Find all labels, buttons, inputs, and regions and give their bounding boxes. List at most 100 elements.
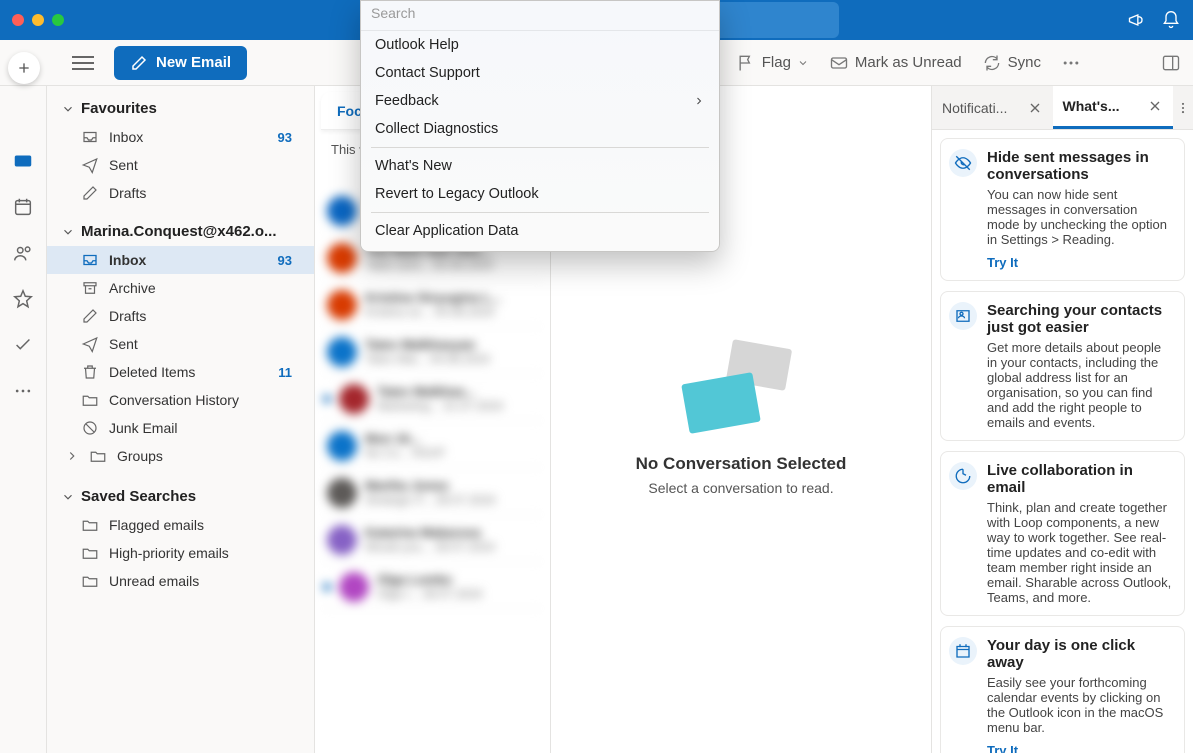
account-header[interactable]: Marina.Conquest@x462.o... — [47, 217, 314, 246]
message-row[interactable]: Katarina MakarovaWould you... 28.07.2024 — [323, 519, 542, 562]
eye-off-icon — [949, 149, 977, 177]
draft-icon — [81, 184, 99, 202]
help-outlook-help[interactable]: Outlook Help — [361, 31, 719, 59]
right-pane-more[interactable] — [1173, 86, 1193, 129]
avatar — [339, 572, 369, 602]
message-row[interactable]: Tatev MalkhasyanTatev Mal... 04.08.2024 — [323, 331, 542, 374]
help-revert-legacy[interactable]: Revert to Legacy Outlook — [361, 180, 719, 208]
msg-preview: Kristina se... 04.08.2024 — [365, 305, 538, 319]
people-icon — [12, 242, 34, 264]
zoom-window-button[interactable] — [52, 14, 64, 26]
help-whats-new[interactable]: What's New — [361, 152, 719, 180]
rail-mail[interactable] — [12, 150, 34, 172]
compose-fab[interactable] — [8, 52, 40, 84]
acct-junk[interactable]: Junk Email — [47, 414, 314, 442]
rail-todo[interactable] — [12, 334, 34, 356]
try-it-link[interactable]: Try It — [987, 255, 1172, 270]
saved-unread[interactable]: Unread emails — [47, 567, 314, 595]
inbox-icon — [81, 251, 99, 269]
msg-sender: Tatev Malkhas... — [377, 384, 538, 399]
card-title: Your day is one click away — [987, 637, 1172, 671]
msg-sender: Tatev Malkhasyan — [365, 337, 538, 352]
try-it-link[interactable]: Try It — [987, 743, 1172, 753]
avatar — [327, 196, 357, 226]
whatsnew-tab[interactable]: What's... — [1053, 86, 1174, 129]
focused-tab[interactable]: Foc — [337, 103, 362, 119]
whatsnew-card: Searching your contacts just got easierG… — [940, 291, 1185, 441]
bell-icon[interactable] — [1161, 10, 1181, 30]
folder-icon — [81, 391, 99, 409]
chevron-right-icon — [65, 449, 79, 463]
fav-inbox[interactable]: Inbox 93 — [47, 123, 314, 151]
chevron-right-icon — [693, 95, 705, 107]
help-feedback[interactable]: Feedback — [361, 87, 719, 115]
megaphone-icon[interactable] — [1127, 10, 1147, 30]
acct-conv-history[interactable]: Conversation History — [47, 386, 314, 414]
msg-preview: Strategic P... 28.07.2024 — [365, 493, 538, 507]
acct-inbox[interactable]: Inbox 93 — [47, 246, 314, 274]
message-row[interactable]: Mon 16...No Co... RSVP — [323, 425, 542, 468]
sync-button[interactable]: Sync — [982, 53, 1041, 73]
acct-sent[interactable]: Sent — [47, 330, 314, 358]
mail-icon — [12, 150, 34, 172]
message-row[interactable]: Kristina Sinyugina L...Kristina se... 04… — [323, 284, 542, 327]
junk-icon — [81, 419, 99, 437]
new-email-label: New Email — [156, 54, 231, 71]
close-icon[interactable] — [1027, 100, 1043, 116]
acct-drafts[interactable]: Drafts — [47, 302, 314, 330]
help-contact-support[interactable]: Contact Support — [361, 59, 719, 87]
close-icon[interactable] — [1147, 98, 1163, 114]
saved-flagged[interactable]: Flagged emails — [47, 511, 314, 539]
chevron-down-icon — [797, 57, 809, 69]
favourites-header[interactable]: Favourites — [47, 94, 314, 123]
help-clear-app-data[interactable]: Clear Application Data — [361, 217, 719, 245]
minimise-window-button[interactable] — [32, 14, 44, 26]
panel-toggle-icon[interactable] — [1161, 53, 1181, 73]
more-vertical-icon — [1176, 99, 1190, 117]
rail-star[interactable] — [12, 288, 34, 310]
calendar-icon — [949, 637, 977, 665]
check-icon — [12, 334, 34, 356]
msg-preview: Tatev sent... 05.08.2024 — [365, 258, 538, 272]
message-rows: Tat...RemoveYou have new mes...Tatev sen… — [315, 190, 550, 609]
saved-high[interactable]: High-priority emails — [47, 539, 314, 567]
unread-dot — [323, 395, 331, 403]
right-panel: Notificati... What's... Hide sent messag… — [931, 86, 1193, 753]
avatar — [327, 337, 357, 367]
help-collect-diagnostics[interactable]: Collect Diagnostics — [361, 115, 719, 143]
acct-deleted[interactable]: Deleted Items 11 — [47, 358, 314, 386]
folder-icon — [81, 544, 99, 562]
more-button[interactable] — [1061, 53, 1081, 73]
new-email-button[interactable]: New Email — [114, 46, 247, 80]
rail-calendar[interactable] — [12, 196, 34, 218]
flag-button[interactable]: Flag — [736, 53, 809, 73]
rail-more[interactable] — [12, 380, 34, 402]
message-row[interactable]: Olga LomkoOlga I... 28.07.2024 — [323, 566, 542, 609]
card-body: You can now hide sent messages in conver… — [987, 187, 1172, 247]
folder-sidebar: Favourites Inbox 93 Sent Drafts Marina.C… — [47, 86, 315, 753]
hamburger-button[interactable] — [72, 56, 94, 70]
acct-groups[interactable]: Groups — [47, 442, 314, 470]
saved-searches-header[interactable]: Saved Searches — [47, 482, 314, 511]
mark-unread-button[interactable]: Mark as Unread — [829, 53, 962, 73]
message-row[interactable]: Tatev Malkhas...Marketing... 31.07.2024 — [323, 378, 542, 421]
app-rail — [0, 86, 47, 753]
message-row[interactable]: Martha JonesStrategic P... 28.07.2024 — [323, 472, 542, 515]
avatar — [327, 431, 357, 461]
inbox-icon — [81, 128, 99, 146]
contact-icon — [949, 302, 977, 330]
help-menu-search[interactable]: Search — [361, 1, 719, 31]
card-body: Easily see your forthcoming calendar eve… — [987, 675, 1172, 735]
avatar — [327, 478, 357, 508]
folder-icon — [81, 572, 99, 590]
notifications-tab[interactable]: Notificati... — [932, 86, 1053, 129]
fav-sent[interactable]: Sent — [47, 151, 314, 179]
rail-people[interactable] — [12, 242, 34, 264]
fav-drafts[interactable]: Drafts — [47, 179, 314, 207]
acct-archive[interactable]: Archive — [47, 274, 314, 302]
avatar — [339, 384, 369, 414]
msg-preview: No Co... RSVP — [365, 446, 538, 460]
close-window-button[interactable] — [12, 14, 24, 26]
chevron-down-icon — [61, 102, 75, 116]
send-icon — [81, 156, 99, 174]
